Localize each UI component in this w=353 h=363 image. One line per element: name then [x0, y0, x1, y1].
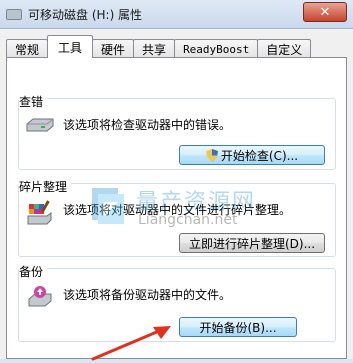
- title-bar: 可移动磁盘 (H:) 属性 ✕: [0, 0, 353, 28]
- start-check-button[interactable]: 开始检查(C)...: [179, 145, 325, 165]
- defrag-now-button[interactable]: 立即进行碎片整理(D)...: [179, 233, 325, 253]
- tab-general[interactable]: 常规: [6, 39, 49, 58]
- annotation-arrow-icon: [91, 326, 171, 361]
- group-title-defrag: 碎片整理: [19, 178, 72, 195]
- error-check-description: 该选项将检查驱动器中的错误。: [63, 118, 232, 132]
- tab-sharing[interactable]: 共享: [133, 39, 176, 58]
- backup-description: 该选项将备份驱动器中的文件。: [63, 288, 232, 302]
- backup-icon: [28, 286, 52, 307]
- defrag-description: 该选项将对驱动器中的文件进行碎片整理。: [63, 203, 292, 217]
- tab-tools[interactable]: 工具: [47, 35, 94, 58]
- error-check-group: 查错 该选项将检查驱动器中的错误。 开始检查(C)...: [18, 93, 336, 170]
- backup-group: 备份 该选项将备份驱动器中的文件。 开始备份(B)...: [18, 263, 336, 342]
- disk-check-icon: [26, 118, 54, 132]
- start-backup-label: 开始备份(B)...: [199, 320, 277, 335]
- tab-hardware[interactable]: 硬件: [92, 39, 135, 58]
- close-icon: ✕: [319, 4, 331, 20]
- close-button[interactable]: ✕: [303, 2, 347, 22]
- tools-panel: 查错 该选项将检查驱动器中的错误。 开始检查(C)... 碎片整理 该选项将对驱…: [6, 57, 347, 361]
- defrag-now-label: 立即进行碎片整理(D)...: [188, 236, 316, 251]
- group-title-backup: 备份: [19, 263, 48, 280]
- tab-readyboost[interactable]: ReadyBoost: [174, 39, 259, 58]
- defrag-group: 碎片整理 该选项将对驱动器中的文件进行碎片整理。 立即进行碎片整理(D)...: [18, 178, 336, 257]
- removable-drive-icon: [6, 8, 22, 20]
- start-backup-button[interactable]: 开始备份(B)...: [179, 317, 297, 337]
- uac-shield-icon: [205, 148, 218, 162]
- tab-customize[interactable]: 自定义: [257, 39, 312, 58]
- properties-dialog: 常规 工具 硬件 共享 ReadyBoost 自定义 查错 该选项将检查驱动器中…: [0, 28, 353, 361]
- group-title-error-check: 查错: [19, 93, 48, 110]
- defrag-icon: [27, 200, 52, 225]
- start-check-label: 开始检查(C)...: [220, 148, 299, 163]
- window-title: 可移动磁盘 (H:) 属性: [28, 7, 143, 22]
- tab-strip: 常规 工具 硬件 共享 ReadyBoost 自定义: [6, 35, 312, 58]
